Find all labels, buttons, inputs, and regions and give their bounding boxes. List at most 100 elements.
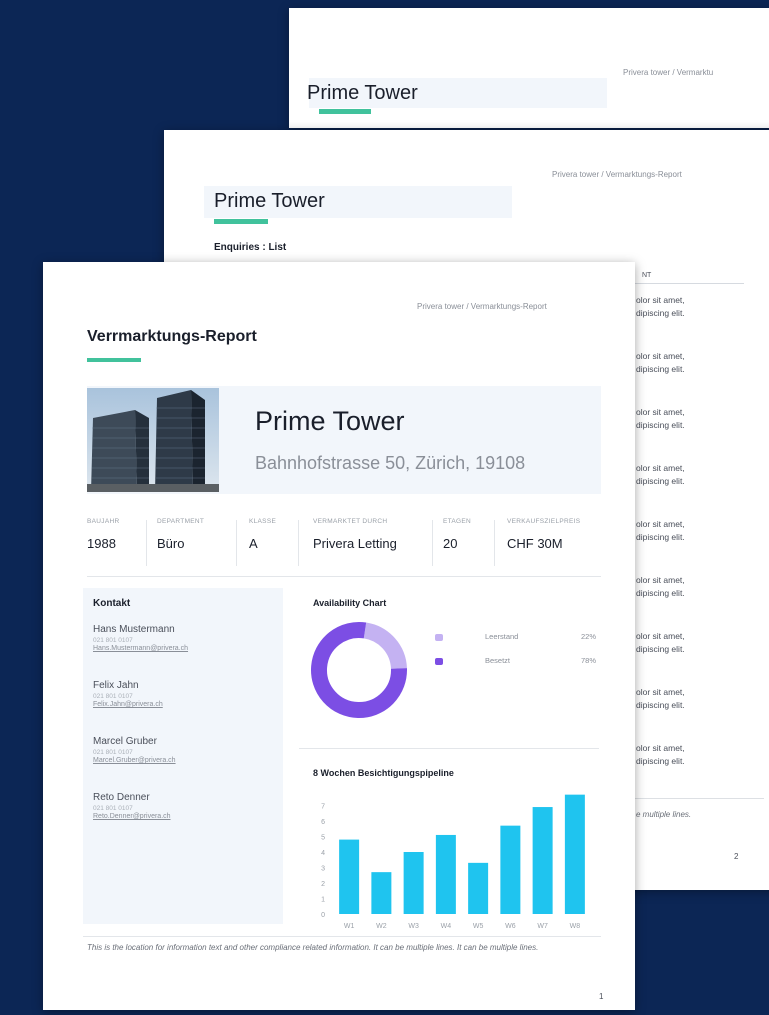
y-tick-label: 0 — [321, 912, 325, 919]
y-tick-label: 5 — [321, 835, 325, 842]
stat-etagen: ETAGEN 20 — [443, 510, 495, 574]
bar-w5 — [468, 862, 489, 914]
contact-name: Marcel Gruber — [93, 736, 157, 747]
footnote: This is the location for information tex… — [87, 943, 539, 952]
enquiry-row: olor sit amet, dipiscing elit. — [636, 630, 685, 656]
enquiry-row-text: dipiscing elit. — [636, 644, 685, 654]
contact-card: Reto Denner 021 801 0107 Reto.Denner@pri… — [93, 792, 278, 820]
x-tick-label: W8 — [570, 923, 581, 930]
enquiry-row-text: dipiscing elit. — [636, 308, 685, 318]
legend-swatch — [435, 634, 443, 641]
stat-klasse: KLASSE A — [249, 510, 299, 574]
enquiry-row-text: dipiscing elit. — [636, 420, 685, 430]
title-accent-line — [87, 358, 141, 362]
page-number: 1 — [599, 992, 604, 1001]
stat-department: DEPARTMENT Büro — [157, 510, 237, 574]
x-tick-label: W4 — [441, 923, 452, 930]
enquiry-row: olor sit amet, dipiscing elit. — [636, 686, 685, 712]
enquiry-row-text: dipiscing elit. — [636, 588, 685, 598]
footnote: e multiple lines. — [636, 810, 692, 819]
pipeline-chart-title: 8 Wochen Besichtigungspipeline — [313, 768, 454, 778]
bar-w1 — [339, 839, 360, 914]
x-tick-label: W5 — [473, 923, 484, 930]
bar-w6 — [500, 825, 521, 914]
stat-vermarktet-durch: VERMARKTET DURCH Privera Letting — [313, 510, 433, 574]
contact-email-link[interactable]: Hans.Mustermann@privera.ch — [93, 645, 278, 652]
enquiry-row: olor sit amet, dipiscing elit. — [636, 574, 685, 600]
stat-label: KLASSE — [249, 518, 277, 525]
x-tick-label: W2 — [376, 923, 387, 930]
contact-phone: 021 801 0107 — [93, 805, 133, 812]
pipeline-chart: 8 Wochen Besichtigungspipeline 0 1 2 3 4 5 6 7 W… — [299, 760, 599, 940]
legend-swatch — [435, 658, 443, 665]
column-header: NT — [642, 272, 652, 279]
enquiry-row-text: olor sit amet, — [636, 407, 685, 417]
title-accent-line — [214, 219, 268, 224]
report-title: Verrmarktungs-Report — [87, 328, 257, 345]
bar-w3 — [403, 852, 424, 914]
x-tick-label: W3 — [408, 923, 419, 930]
stat-value: 1988 — [87, 536, 116, 551]
enquiry-row-text: olor sit amet, — [636, 519, 685, 529]
legend-value: 22% — [581, 632, 597, 641]
enquiry-row-text: olor sit amet, — [636, 463, 685, 473]
stat-value: Büro — [157, 536, 185, 551]
stat-label: ETAGEN — [443, 518, 472, 525]
bar-chart: 0 1 2 3 4 5 6 7 W1 W2 W3 W4 W5 W6 W7 W8 — [321, 794, 585, 930]
bar-w4 — [435, 834, 456, 914]
y-tick-label: 2 — [321, 881, 325, 888]
enquiry-row: olor sit amet, dipiscing elit. — [636, 742, 685, 768]
column-divider — [634, 283, 744, 284]
stat-divider — [432, 520, 433, 566]
page-title: Prime Tower — [307, 82, 418, 104]
contact-phone: 021 801 0107 — [93, 693, 133, 700]
stat-divider — [494, 520, 495, 566]
x-tick-label: W6 — [505, 923, 516, 930]
property-header: Prime Tower Bahnhofstrasse 50, Zürich, 1… — [87, 386, 601, 494]
stat-label: DEPARTMENT — [157, 518, 205, 525]
enquiry-row-text: dipiscing elit. — [636, 756, 685, 766]
contact-name: Felix Jahn — [93, 680, 139, 691]
breadcrumb: Privera tower / Vermarktungs-Report — [417, 302, 547, 311]
stat-divider — [298, 520, 299, 566]
enquiry-row-text: olor sit amet, — [636, 631, 685, 641]
enquiry-row-text: dipiscing elit. — [636, 476, 685, 486]
availability-chart: Availability Chart Leerstand 22% Besetzt… — [299, 588, 599, 749]
property-stats: BAUJAHR 1988 DEPARTMENT Büro KLASSE A VE… — [87, 510, 601, 577]
contact-email-link[interactable]: Reto.Denner@privera.ch — [93, 813, 278, 820]
footer-divider — [634, 798, 764, 799]
x-tick-label: W7 — [537, 923, 548, 930]
contact-card: Hans Mustermann 021 801 0107 Hans.Muster… — [93, 624, 278, 652]
contact-name: Hans Mustermann — [93, 624, 175, 635]
page-number: 2 — [734, 852, 739, 861]
page-title: Prime Tower — [214, 190, 325, 212]
contact-email-link[interactable]: Felix.Jahn@privera.ch — [93, 701, 278, 708]
enquiry-row-text: dipiscing elit. — [636, 700, 685, 710]
bar-w7 — [532, 807, 553, 914]
breadcrumb: Privera tower / Vermarktungs-Report — [552, 170, 682, 179]
enquiries-heading: Enquiries : List — [214, 242, 287, 253]
enquiry-row-text: dipiscing elit. — [636, 364, 685, 374]
enquiry-row-text: olor sit amet, — [636, 295, 685, 305]
enquiry-row: olor sit amet, dipiscing elit. — [636, 462, 685, 488]
bar-w2 — [371, 872, 392, 914]
contact-email-link[interactable]: Marcel.Gruber@privera.ch — [93, 757, 278, 764]
enquiry-row: olor sit amet, dipiscing elit. — [636, 294, 685, 320]
enquiry-row-text: olor sit amet, — [636, 743, 685, 753]
enquiry-row: olor sit amet, dipiscing elit. — [636, 518, 685, 544]
stat-label: VERKAUFSZIELPREIS — [507, 518, 581, 525]
enquiry-row-text: olor sit amet, — [636, 687, 685, 697]
contacts-heading: Kontakt — [93, 598, 131, 609]
bar-w8 — [564, 794, 585, 914]
stat-value: CHF 30M — [507, 536, 563, 551]
title-accent-line — [319, 109, 371, 114]
breadcrumb: Privera tower / Vermarktu — [623, 68, 714, 77]
contact-phone: 021 801 0107 — [93, 749, 133, 756]
stat-baujahr: BAUJAHR 1988 — [87, 510, 147, 574]
y-tick-label: 7 — [321, 804, 325, 811]
report-page-3: Privera tower / Vermarktu Prime Tower — [289, 8, 769, 128]
y-tick-label: 1 — [321, 897, 325, 904]
y-tick-label: 4 — [321, 850, 325, 857]
stat-verkaufszielpreis: VERKAUFSZIELPREIS CHF 30M — [507, 510, 601, 574]
stat-value: Privera Letting — [313, 536, 397, 551]
